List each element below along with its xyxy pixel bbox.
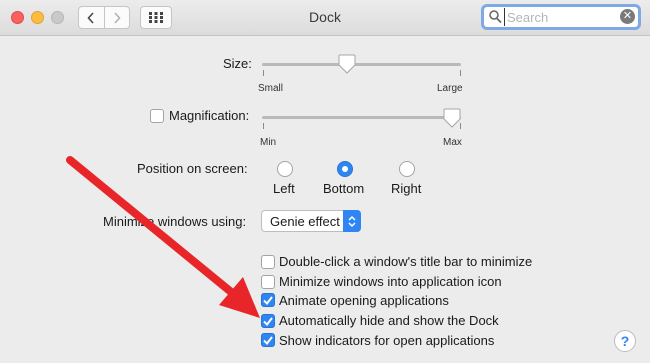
size-label: Size: <box>223 56 252 71</box>
magnification-slider-track[interactable] <box>262 116 461 119</box>
checkmark-icon <box>263 335 273 345</box>
help-button[interactable]: ? <box>614 330 636 352</box>
clear-search-icon[interactable]: ✕ <box>620 9 635 24</box>
position-left-label: Left <box>273 181 295 196</box>
auto-hide-dock-checkbox[interactable] <box>261 314 275 328</box>
search-icon <box>489 10 502 24</box>
position-right-label: Right <box>391 181 422 196</box>
magnification-slider-tick-min <box>263 123 264 129</box>
magnification-slider-thumb[interactable] <box>443 108 461 128</box>
position-label: Position on screen: <box>137 161 248 176</box>
animate-opening-checkbox[interactable] <box>261 293 275 307</box>
size-max-label: Large <box>437 83 463 94</box>
magnification-min-label: Min <box>260 137 277 148</box>
size-slider-thumb[interactable] <box>338 54 356 74</box>
size-min-label: Small <box>258 83 284 94</box>
size-slider-tick-max <box>460 70 461 76</box>
double-click-minimize-label: Double-click a window's title bar to min… <box>279 254 533 269</box>
minimize-into-icon-checkbox[interactable] <box>261 275 275 289</box>
position-left-radio[interactable] <box>277 161 293 177</box>
double-click-minimize-checkbox[interactable] <box>261 255 275 269</box>
magnification-max-label: Max <box>443 137 462 148</box>
size-slider-track[interactable] <box>262 63 461 66</box>
minimize-into-icon-label: Minimize windows into application icon <box>279 274 502 289</box>
auto-hide-dock-label: Automatically hide and show the Dock <box>279 313 499 328</box>
position-right-radio[interactable] <box>399 161 415 177</box>
show-indicators-label: Show indicators for open applications <box>279 333 495 348</box>
position-bottom-radio[interactable] <box>337 161 353 177</box>
checkmark-icon <box>263 316 273 326</box>
minimize-effect-popup[interactable]: Genie effect <box>261 210 361 232</box>
minimize-effect-label: Minimize windows using: <box>103 214 247 229</box>
show-indicators-checkbox[interactable] <box>261 333 275 347</box>
search-input[interactable] <box>504 8 617 26</box>
magnification-checkbox[interactable] <box>150 109 164 123</box>
checkmark-icon <box>263 295 273 305</box>
minimize-effect-value: Genie effect <box>270 214 340 229</box>
popup-arrows-icon <box>343 210 361 232</box>
size-slider-tick-min <box>263 70 264 76</box>
position-bottom-label: Bottom <box>323 181 365 196</box>
search-field[interactable]: ✕ <box>481 4 641 30</box>
magnification-label: Magnification: <box>169 108 250 123</box>
animate-opening-label: Animate opening applications <box>279 293 449 308</box>
